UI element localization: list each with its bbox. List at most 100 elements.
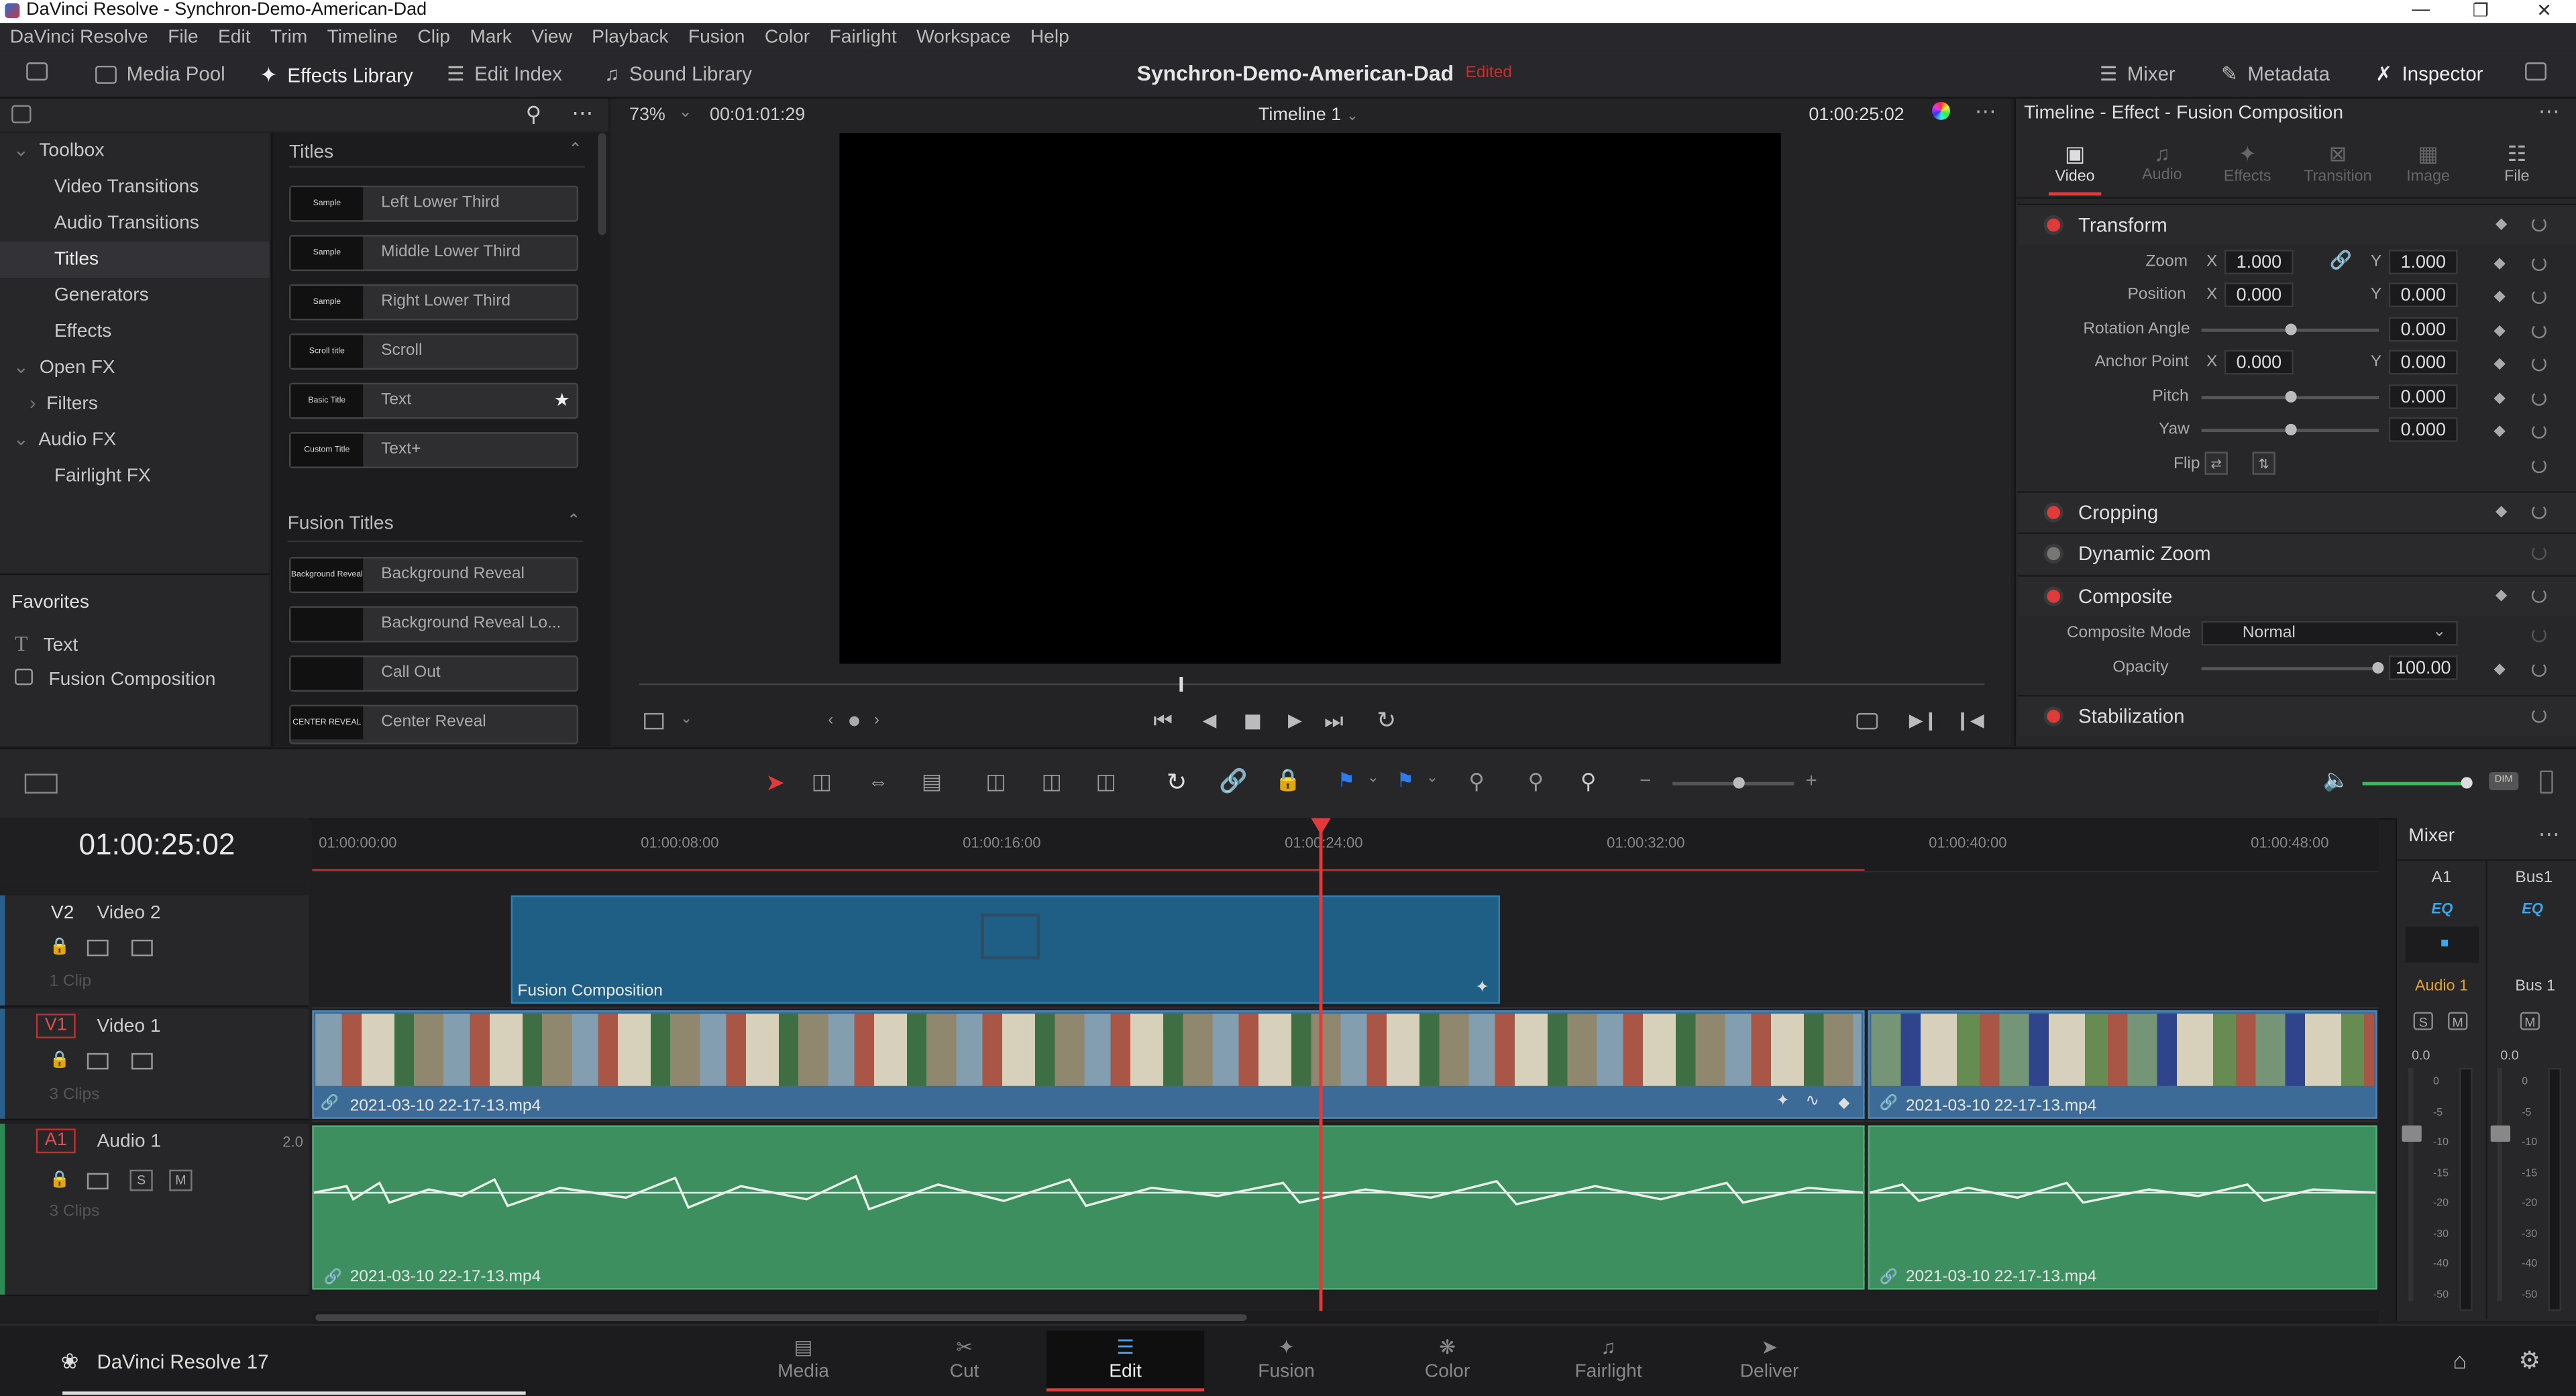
track-enable-icon[interactable] <box>131 1053 153 1070</box>
link-icon[interactable]: 🔗 <box>2330 250 2353 271</box>
mixer-button[interactable]: ☰ Mixer <box>2100 62 2176 85</box>
page-tab-fusion[interactable]: ✦ Fusion <box>1208 1331 1365 1390</box>
pitch-field[interactable]: 0.000 <box>2388 384 2458 409</box>
play-icon[interactable]: ▶ <box>1288 710 1302 731</box>
settings-gear-icon[interactable]: ⚙ <box>2518 1346 2540 1375</box>
keyframe-icon[interactable] <box>2495 590 2508 602</box>
collapse-section-icon[interactable]: ⌃ <box>568 142 582 160</box>
yaw-field[interactable]: 0.000 <box>2388 417 2458 442</box>
color-wheel-icon[interactable] <box>1932 101 1950 120</box>
dynamic-zoom-section-header[interactable]: Dynamic Zoom <box>2017 532 2576 574</box>
chevron-down-icon[interactable]: ⌄ <box>678 103 692 121</box>
reset-icon[interactable] <box>2531 627 2546 643</box>
lock-icon[interactable]: 🔒 <box>49 938 69 956</box>
lock-icon[interactable]: 🔒 <box>49 1171 69 1189</box>
keyframe-icon[interactable] <box>2493 425 2506 437</box>
reset-icon[interactable] <box>2531 588 2546 603</box>
zoom-out-icon[interactable]: − <box>1640 769 1651 792</box>
insert-clip-icon[interactable]: ◫ <box>985 769 1006 795</box>
page-tab-cut[interactable]: ✂ Cut <box>885 1331 1043 1390</box>
bus1-fader-knob[interactable] <box>2490 1125 2511 1142</box>
speaker-icon[interactable]: 🔈 <box>2323 767 2350 794</box>
auto-select-icon[interactable] <box>87 1173 109 1190</box>
effects-library-button[interactable]: ✦ Effects Library <box>260 62 413 89</box>
inspector-button[interactable]: ✗ Inspector <box>2375 62 2483 85</box>
dim-button[interactable]: DIM <box>2489 772 2519 790</box>
audio-meter-icon[interactable] <box>2540 770 2553 794</box>
pan-a1-control[interactable] <box>2405 926 2479 963</box>
eq-a1-button[interactable]: EQ <box>2432 900 2453 916</box>
reset-icon[interactable] <box>2531 545 2546 561</box>
eq-bus1-button[interactable]: EQ <box>2522 900 2543 916</box>
position-lock-icon[interactable]: 🔒 <box>1275 767 1301 794</box>
opacity-slider[interactable] <box>2201 667 2379 671</box>
scrubber-track[interactable] <box>639 683 1985 686</box>
mark-out-icon[interactable]: ❙◀ <box>1955 710 1984 731</box>
tab-file[interactable]: ☷ File <box>2482 142 2551 186</box>
zoom-y-field[interactable]: 1.000 <box>2388 250 2458 274</box>
page-tab-media[interactable]: ▤ Media <box>724 1331 882 1390</box>
menu-file[interactable]: File <box>168 27 198 46</box>
flip-horizontal-icon[interactable]: ⇄ <box>2204 451 2228 475</box>
fusion-title-call-out[interactable]: Call Out <box>289 655 579 692</box>
dynamic-zoom-enable-toggle[interactable] <box>2047 547 2061 561</box>
timeline-scrollbar-thumb[interactable] <box>315 1314 1247 1321</box>
track-name[interactable]: Video 2 <box>97 904 160 923</box>
keyframe-icon[interactable] <box>2495 506 2508 518</box>
reset-icon[interactable] <box>2531 256 2546 272</box>
bus1-fader-track[interactable] <box>2497 1067 2502 1301</box>
metadata-button[interactable]: ✎ Metadata <box>2221 62 2330 85</box>
transform-enable-toggle[interactable] <box>2047 218 2061 232</box>
playhead-line[interactable] <box>1319 829 1323 1311</box>
position-y-field[interactable]: 0.000 <box>2388 282 2458 307</box>
solo-button[interactable]: S <box>129 1169 153 1191</box>
reset-icon[interactable] <box>2531 661 2546 677</box>
media-pool-button[interactable]: Media Pool <box>95 62 225 85</box>
sidebar-item-video-transitions[interactable]: Video Transitions <box>54 169 199 205</box>
keyframe-icon[interactable] <box>2493 358 2506 370</box>
volume-slider[interactable] <box>2362 782 2468 786</box>
keyframe-icon[interactable] <box>2495 218 2508 230</box>
trim-tool-icon[interactable]: ◫ <box>812 769 832 795</box>
reset-icon[interactable] <box>2531 708 2546 723</box>
selection-tool-icon[interactable]: ➤ <box>765 769 785 797</box>
keyframe-icon[interactable] <box>2493 663 2506 676</box>
menu-color[interactable]: Color <box>765 27 810 46</box>
sidebar-item-filters[interactable]: › Filters <box>30 386 98 423</box>
keyframe-icon[interactable] <box>2493 258 2506 270</box>
audio-clip[interactable]: 🔗 2021-03-10 22-17-13.mp4 <box>312 1125 1865 1290</box>
a1-fader-knob[interactable] <box>2402 1125 2422 1142</box>
more-options-icon[interactable]: ⋯ <box>2538 99 2560 125</box>
match-frame-icon[interactable] <box>1856 712 1878 730</box>
position-x-field[interactable]: 0.000 <box>2224 282 2294 307</box>
reset-icon[interactable] <box>2531 289 2546 305</box>
zoom-full-icon[interactable]: ⚲ <box>1468 769 1484 795</box>
sidebar-item-effects[interactable]: Effects <box>54 314 112 350</box>
menu-fusion[interactable]: Fusion <box>688 27 745 46</box>
zoom-custom-icon[interactable]: ⚲ <box>1580 769 1596 795</box>
play-reverse-icon[interactable]: ◀ <box>1203 710 1217 731</box>
favorite-item-fusion-composition[interactable]: Fusion Composition <box>15 662 215 698</box>
auto-select-icon[interactable] <box>87 1053 109 1070</box>
stop-icon[interactable] <box>1245 714 1260 730</box>
page-tab-color[interactable]: ❋ Color <box>1368 1331 1526 1390</box>
track-id[interactable]: A1 <box>36 1128 76 1154</box>
rotation-slider-knob[interactable] <box>2285 323 2297 335</box>
volume-knob[interactable] <box>2461 777 2473 789</box>
panel-toggle-button[interactable] <box>26 62 48 81</box>
chevron-down-icon[interactable]: ⌄ <box>1367 769 1379 787</box>
opacity-slider-knob[interactable] <box>2372 661 2384 674</box>
track-id[interactable]: V1 <box>36 1014 76 1038</box>
viewer-zoom[interactable]: 73% <box>629 105 665 125</box>
audio-clip[interactable]: 🔗 2021-03-10 22-17-13.mp4 <box>1868 1125 2377 1290</box>
anchor-y-field[interactable]: 0.000 <box>2388 350 2458 375</box>
keyframe-icon[interactable] <box>2493 325 2506 337</box>
sidebar-item-audio-fx[interactable]: ⌄ Audio FX <box>13 422 117 458</box>
title-text-plus[interactable]: Custom Title Text+ <box>289 432 579 468</box>
anchor-x-field[interactable]: 0.000 <box>2224 350 2294 375</box>
edit-index-button[interactable]: ☰ Edit Index <box>447 62 562 85</box>
pitch-slider-knob[interactable] <box>2285 390 2297 403</box>
menu-edit[interactable]: Edit <box>218 27 251 46</box>
favorite-item-text[interactable]: T Text <box>15 626 78 662</box>
mark-in-icon[interactable]: ▶❙ <box>1909 710 1938 731</box>
